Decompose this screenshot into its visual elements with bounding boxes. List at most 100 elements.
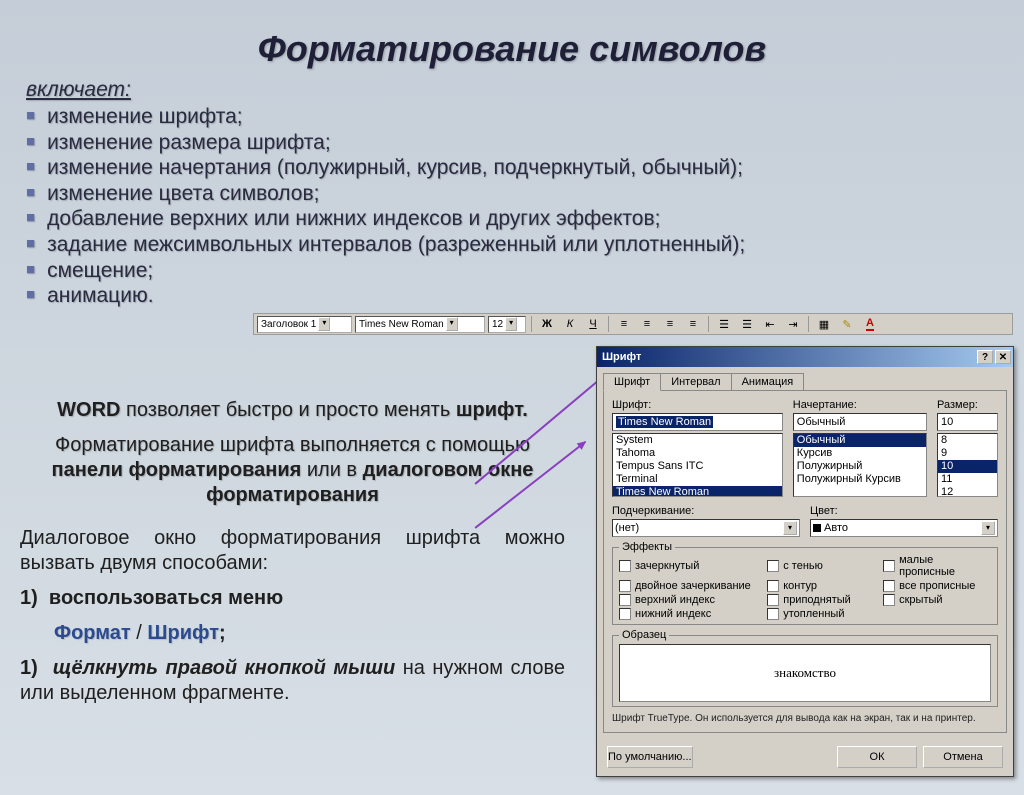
bullet-item: анимацию. [47,283,153,309]
sample-legend: Образец [619,629,669,641]
bullet-item: изменение размера шрифта; [47,130,331,156]
help-button[interactable]: ? [977,350,993,364]
paragraph: Форматирование шрифта выполняется с помо… [20,433,565,508]
paragraph: WORD позволяет быстро и просто менять шр… [20,398,565,423]
italic-button[interactable]: К [560,315,580,333]
formatting-toolbar: Заголовок 1▾ Times New Roman▾ 12▾ Ж К Ч … [253,313,1013,335]
align-right-button[interactable]: ≡ [660,315,680,333]
underline-button[interactable]: Ч [583,315,603,333]
list-item[interactable]: System [613,434,782,447]
outdent-button[interactable]: ⇤ [760,315,780,333]
checkbox-emboss[interactable]: приподнятый [767,594,875,606]
separator [808,316,809,332]
font-combo[interactable]: Times New Roman▾ [355,316,485,333]
effects-group: Эффекты зачеркнутый с тенью малые пропис… [612,547,998,625]
list-item[interactable]: Tempus Sans ITC [613,460,782,473]
tab-font[interactable]: Шрифт [603,373,661,391]
checkbox-superscript[interactable]: верхний индекс [619,594,759,606]
ok-button[interactable]: ОК [837,746,917,768]
titlebar: Шрифт ? ✕ [597,347,1013,367]
default-button[interactable]: По умолчанию... [607,746,693,768]
bullet-item: смещение; [47,258,153,284]
style-listbox[interactable]: Обычный Курсив Полужирный Полужирный Кур… [793,433,927,497]
checkbox-hidden[interactable]: скрытый [883,594,991,606]
style-input[interactable]: Обычный [793,413,927,431]
underline-label: Подчеркивание: [612,505,800,517]
align-left-button[interactable]: ≡ [614,315,634,333]
chevron-down-icon[interactable]: ▾ [318,317,330,331]
size-combo[interactable]: 12▾ [488,316,526,333]
font-label: Шрифт: [612,399,783,411]
chevron-down-icon[interactable]: ▾ [505,317,517,331]
list-item[interactable]: Курсив [794,447,926,460]
list-item[interactable]: Tahoma [613,447,782,460]
list-item: 1) воспользоваться меню [20,586,565,611]
body-text: WORD позволяет быстро и просто менять шр… [20,398,565,716]
list-item[interactable]: Terminal [613,473,782,486]
tab-panel: Шрифт: Times New Roman System Tahoma Tem… [603,390,1007,733]
list-item: 1) щёлкнуть правой кнопкой мыши на нужно… [20,656,565,706]
highlight-button[interactable]: ✎ [837,315,857,333]
underline-combo[interactable]: (нет)▾ [612,519,800,537]
color-label: Цвет: [810,505,998,517]
checkbox-outline[interactable]: контур [767,580,875,592]
checkbox-strike[interactable]: зачеркнутый [619,554,759,578]
dialog-title: Шрифт [602,351,641,363]
checkbox-dblstrike[interactable]: двойное зачеркивание [619,580,759,592]
borders-button[interactable]: ▦ [814,315,834,333]
list-item[interactable]: 12 [938,486,997,497]
bold-button[interactable]: Ж [537,315,557,333]
checkbox-allcaps[interactable]: все прописные [883,580,991,592]
color-swatch-icon [813,524,821,532]
slide-title: Форматирование символов [0,28,1024,70]
color-combo[interactable]: Авто▾ [810,519,998,537]
separator [708,316,709,332]
intro-text: включает: [26,78,1024,102]
effects-legend: Эффекты [619,541,675,553]
tab-animation[interactable]: Анимация [731,373,805,391]
style-label: Начертание: [793,399,927,411]
checkbox-shadow[interactable]: с тенью [767,554,875,578]
checkbox-smallcaps[interactable]: малые прописные [883,554,991,578]
font-color-button[interactable]: A [860,315,880,333]
size-label: Размер: [937,399,998,411]
bullet-item: изменение цвета символов; [47,181,319,207]
bullet-item: изменение начертания (полужирный, курсив… [47,155,743,181]
checkbox-subscript[interactable]: нижний индекс [619,608,759,620]
list-item[interactable]: 10 [938,460,997,473]
list-item: Формат / Шрифт; [54,621,565,646]
list-item[interactable]: 9 [938,447,997,460]
separator [531,316,532,332]
list-item[interactable]: Times New Roman [613,486,782,497]
list-item[interactable]: Полужирный Курсив [794,473,926,486]
checkbox-engrave[interactable]: утопленный [767,608,875,620]
bullet-item: изменение шрифта; [47,104,243,130]
cancel-button[interactable]: Отмена [923,746,1003,768]
list-item[interactable]: 11 [938,473,997,486]
font-input[interactable]: Times New Roman [612,413,783,431]
align-justify-button[interactable]: ≡ [683,315,703,333]
size-input[interactable]: 10 [937,413,998,431]
tab-row: Шрифт Интервал Анимация [603,373,1013,391]
button-row: По умолчанию... ОК Отмена [597,740,1013,776]
size-listbox[interactable]: 8 9 10 11 12 [937,433,998,497]
list-item[interactable]: Полужирный [794,460,926,473]
chevron-down-icon[interactable]: ▾ [981,521,995,535]
tab-interval[interactable]: Интервал [660,373,731,391]
font-dialog: Шрифт ? ✕ Шрифт Интервал Анимация Шрифт:… [596,346,1014,777]
numbered-list-button[interactable]: ☰ [714,315,734,333]
chevron-down-icon[interactable]: ▾ [783,521,797,535]
style-combo[interactable]: Заголовок 1▾ [257,316,352,333]
bullet-list-button[interactable]: ☰ [737,315,757,333]
hint-text: Шрифт TrueType. Он используется для выво… [612,713,998,724]
indent-button[interactable]: ⇥ [783,315,803,333]
close-button[interactable]: ✕ [995,350,1011,364]
list-item[interactable]: 8 [938,434,997,447]
list-item[interactable]: Обычный [794,434,926,447]
paragraph: Диалоговое окно форматирования шрифта мо… [20,526,565,576]
font-listbox[interactable]: System Tahoma Tempus Sans ITC Terminal T… [612,433,783,497]
separator [608,316,609,332]
align-center-button[interactable]: ≡ [637,315,657,333]
chevron-down-icon[interactable]: ▾ [446,317,458,331]
bullet-item: добавление верхних или нижних индексов и… [47,206,660,232]
